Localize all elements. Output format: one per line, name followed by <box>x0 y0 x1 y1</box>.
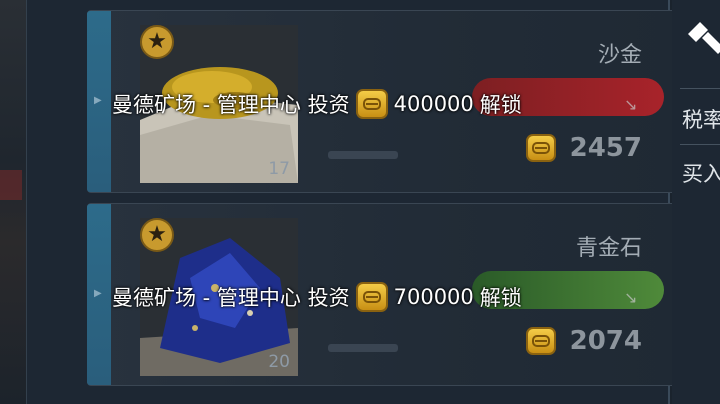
price-row: 2074 <box>525 324 642 358</box>
item-price: 2457 <box>569 133 642 163</box>
unlock-amount: 400000 <box>393 92 474 116</box>
unlock-prefix: 曼德矿场 - 管理中心 投资 <box>112 286 350 310</box>
details-side-panel: 税率 买入 <box>672 0 720 404</box>
divider <box>680 88 720 89</box>
chevron-right-icon: ▶ <box>94 288 102 299</box>
card-side-strip: ▶ <box>87 204 111 385</box>
coin-icon <box>355 282 388 312</box>
trend-arrow-icon: ↘ <box>624 288 638 307</box>
unlock-suffix: 解锁 <box>479 93 522 117</box>
trade-list-panel: ▶ 17 ★ 沙金 ↘ 2457 ▶ 20 ★ 青金石 ↘ 2074 <box>26 0 679 404</box>
card-side-strip: ▶ <box>87 11 111 192</box>
star-badge-icon: ★ <box>140 218 174 252</box>
chevron-right-icon: ▶ <box>94 95 102 106</box>
unlock-suffix: 解锁 <box>479 286 522 310</box>
divider <box>680 144 720 145</box>
item-count: 20 <box>268 352 290 372</box>
item-description <box>328 151 398 159</box>
hammer-icon <box>688 22 720 54</box>
item-name: 沙金 <box>597 43 642 68</box>
unlock-requirement: 曼德矿场 - 管理中心 投资 400000 解锁 <box>112 84 522 124</box>
coin-icon <box>525 134 556 162</box>
coin-icon <box>525 327 556 355</box>
item-price: 2074 <box>569 326 642 356</box>
item-description <box>328 344 398 352</box>
unlock-requirement: 曼德矿场 - 管理中心 投资 700000 解锁 <box>112 277 522 317</box>
price-row: 2457 <box>525 131 642 165</box>
trend-arrow-icon: ↘ <box>624 95 638 114</box>
item-name: 青金石 <box>575 236 642 261</box>
star-badge-icon: ★ <box>140 25 174 59</box>
coin-icon <box>355 89 388 119</box>
tax-rate-label: 税率 <box>682 108 720 132</box>
unlock-prefix: 曼德矿场 - 管理中心 投资 <box>112 93 350 117</box>
buy-label[interactable]: 买入 <box>682 158 720 188</box>
unlock-amount: 700000 <box>393 285 474 309</box>
item-count: 17 <box>268 159 290 179</box>
